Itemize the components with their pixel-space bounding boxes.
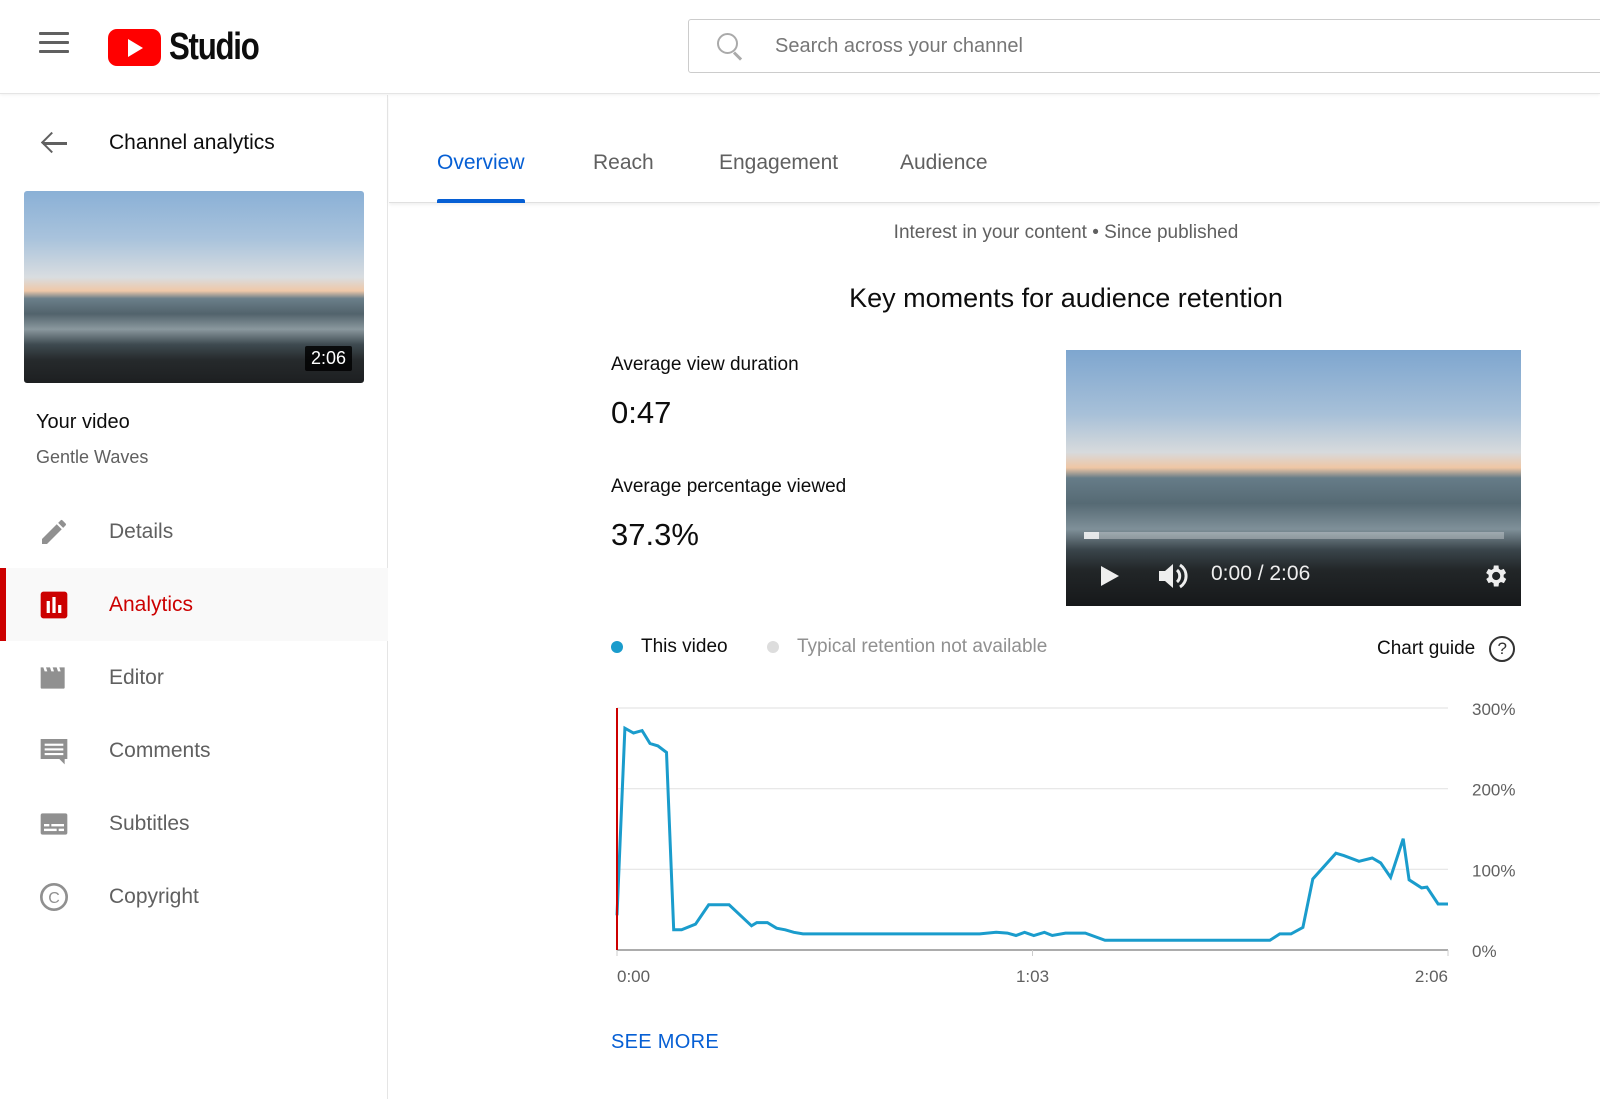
video-thumbnail[interactable]: 2:06 [24, 191, 364, 383]
help-icon[interactable]: ? [1489, 636, 1516, 662]
legend-dot-this-video [611, 641, 623, 653]
back-to-channel-analytics[interactable]: Channel analytics [0, 123, 388, 163]
sidebar-nav: Details Analytics Editor Comments Subtit… [0, 495, 388, 933]
search-input[interactable] [775, 34, 1475, 58]
y-tick-label: 200% [1472, 781, 1515, 800]
svg-text:C: C [48, 890, 60, 907]
chart-guide-label: Chart guide [1377, 638, 1476, 659]
back-label[interactable]: Channel analytics [109, 131, 275, 155]
tab-reach[interactable]: Reach [593, 151, 654, 203]
x-tick-label: 0:00 [617, 967, 650, 986]
hamburger-menu-icon[interactable] [36, 32, 72, 60]
legend-label: Typical retention not available [797, 636, 1048, 657]
studio-logo[interactable]: Studio [108, 26, 278, 69]
sidebar: Channel analytics 2:06 Your video Gentle… [0, 95, 388, 1099]
analytics-icon [40, 591, 68, 618]
logo-text: Studio [169, 26, 260, 68]
pencil-icon [42, 519, 67, 544]
video-player[interactable]: 0:00 / 2:06 [1066, 350, 1521, 606]
y-tick-label: 0% [1472, 942, 1497, 961]
comment-icon [40, 738, 68, 764]
sidebar-item-label: Editor [109, 665, 164, 689]
time-display: 0:00 / 2:06 [1211, 562, 1311, 585]
legend-item-this-video: This video [611, 636, 728, 658]
subtitles-icon [40, 812, 68, 835]
metric-label-avg-view-duration: Average view duration [611, 354, 799, 375]
progress-bar-fill [1084, 532, 1099, 539]
video-title: Gentle Waves [36, 447, 149, 467]
sidebar-item-analytics[interactable]: Analytics [0, 568, 388, 641]
progress-bar[interactable] [1084, 532, 1504, 539]
legend-label: This video [641, 636, 728, 657]
x-tick-label: 1:03 [1016, 967, 1049, 986]
see-more-link[interactable]: SEE MORE [611, 1031, 719, 1054]
metric-label-avg-percentage-viewed: Average percentage viewed [611, 476, 847, 497]
legend-item-typical: Typical retention not available [767, 636, 1047, 658]
search-box[interactable] [688, 19, 1600, 73]
settings-gear-icon[interactable] [1481, 562, 1509, 590]
sidebar-item-label: Copyright [109, 884, 199, 908]
sidebar-item-copyright[interactable]: C Copyright [0, 860, 388, 933]
legend-dot-typical [767, 641, 779, 653]
y-tick-label: 300% [1472, 700, 1515, 719]
tab-overview[interactable]: Overview [437, 151, 525, 203]
search-icon[interactable] [715, 31, 745, 61]
play-icon[interactable] [1101, 566, 1119, 586]
analytics-tabs: Overview Reach Engagement Audience [389, 95, 1600, 203]
retention-series-line [615, 725, 1448, 942]
tab-audience[interactable]: Audience [900, 151, 988, 203]
chart-guide-button[interactable]: Chart guide ? [1377, 636, 1516, 662]
sidebar-item-details[interactable]: Details [0, 495, 388, 568]
sidebar-item-label: Subtitles [109, 811, 190, 835]
youtube-play-icon [108, 29, 161, 66]
copyright-icon: C [40, 882, 68, 911]
metric-value-avg-view-duration: 0:47 [611, 395, 672, 430]
volume-icon[interactable] [1157, 562, 1189, 590]
back-arrow-icon[interactable] [40, 129, 68, 157]
sidebar-item-subtitles[interactable]: Subtitles [0, 787, 388, 860]
y-tick-label: 100% [1472, 861, 1515, 880]
sidebar-item-comments[interactable]: Comments [0, 714, 388, 787]
sidebar-item-editor[interactable]: Editor [0, 641, 388, 714]
top-app-bar: Studio [0, 0, 1600, 94]
clapperboard-icon [40, 666, 65, 689]
sidebar-item-label: Comments [109, 738, 211, 762]
sidebar-item-label: Details [109, 519, 174, 543]
sidebar-item-label: Analytics [109, 592, 194, 616]
your-video-heading: Your video [36, 411, 130, 433]
x-tick-label: 2:06 [1415, 967, 1448, 986]
tab-engagement[interactable]: Engagement [719, 151, 838, 203]
card-subtitle: Interest in your content • Since publish… [893, 222, 1239, 243]
section-title: Key moments for audience retention [849, 283, 1283, 313]
thumbnail-duration: 2:06 [304, 346, 352, 371]
metric-value-avg-percentage-viewed: 37.3% [611, 517, 699, 552]
